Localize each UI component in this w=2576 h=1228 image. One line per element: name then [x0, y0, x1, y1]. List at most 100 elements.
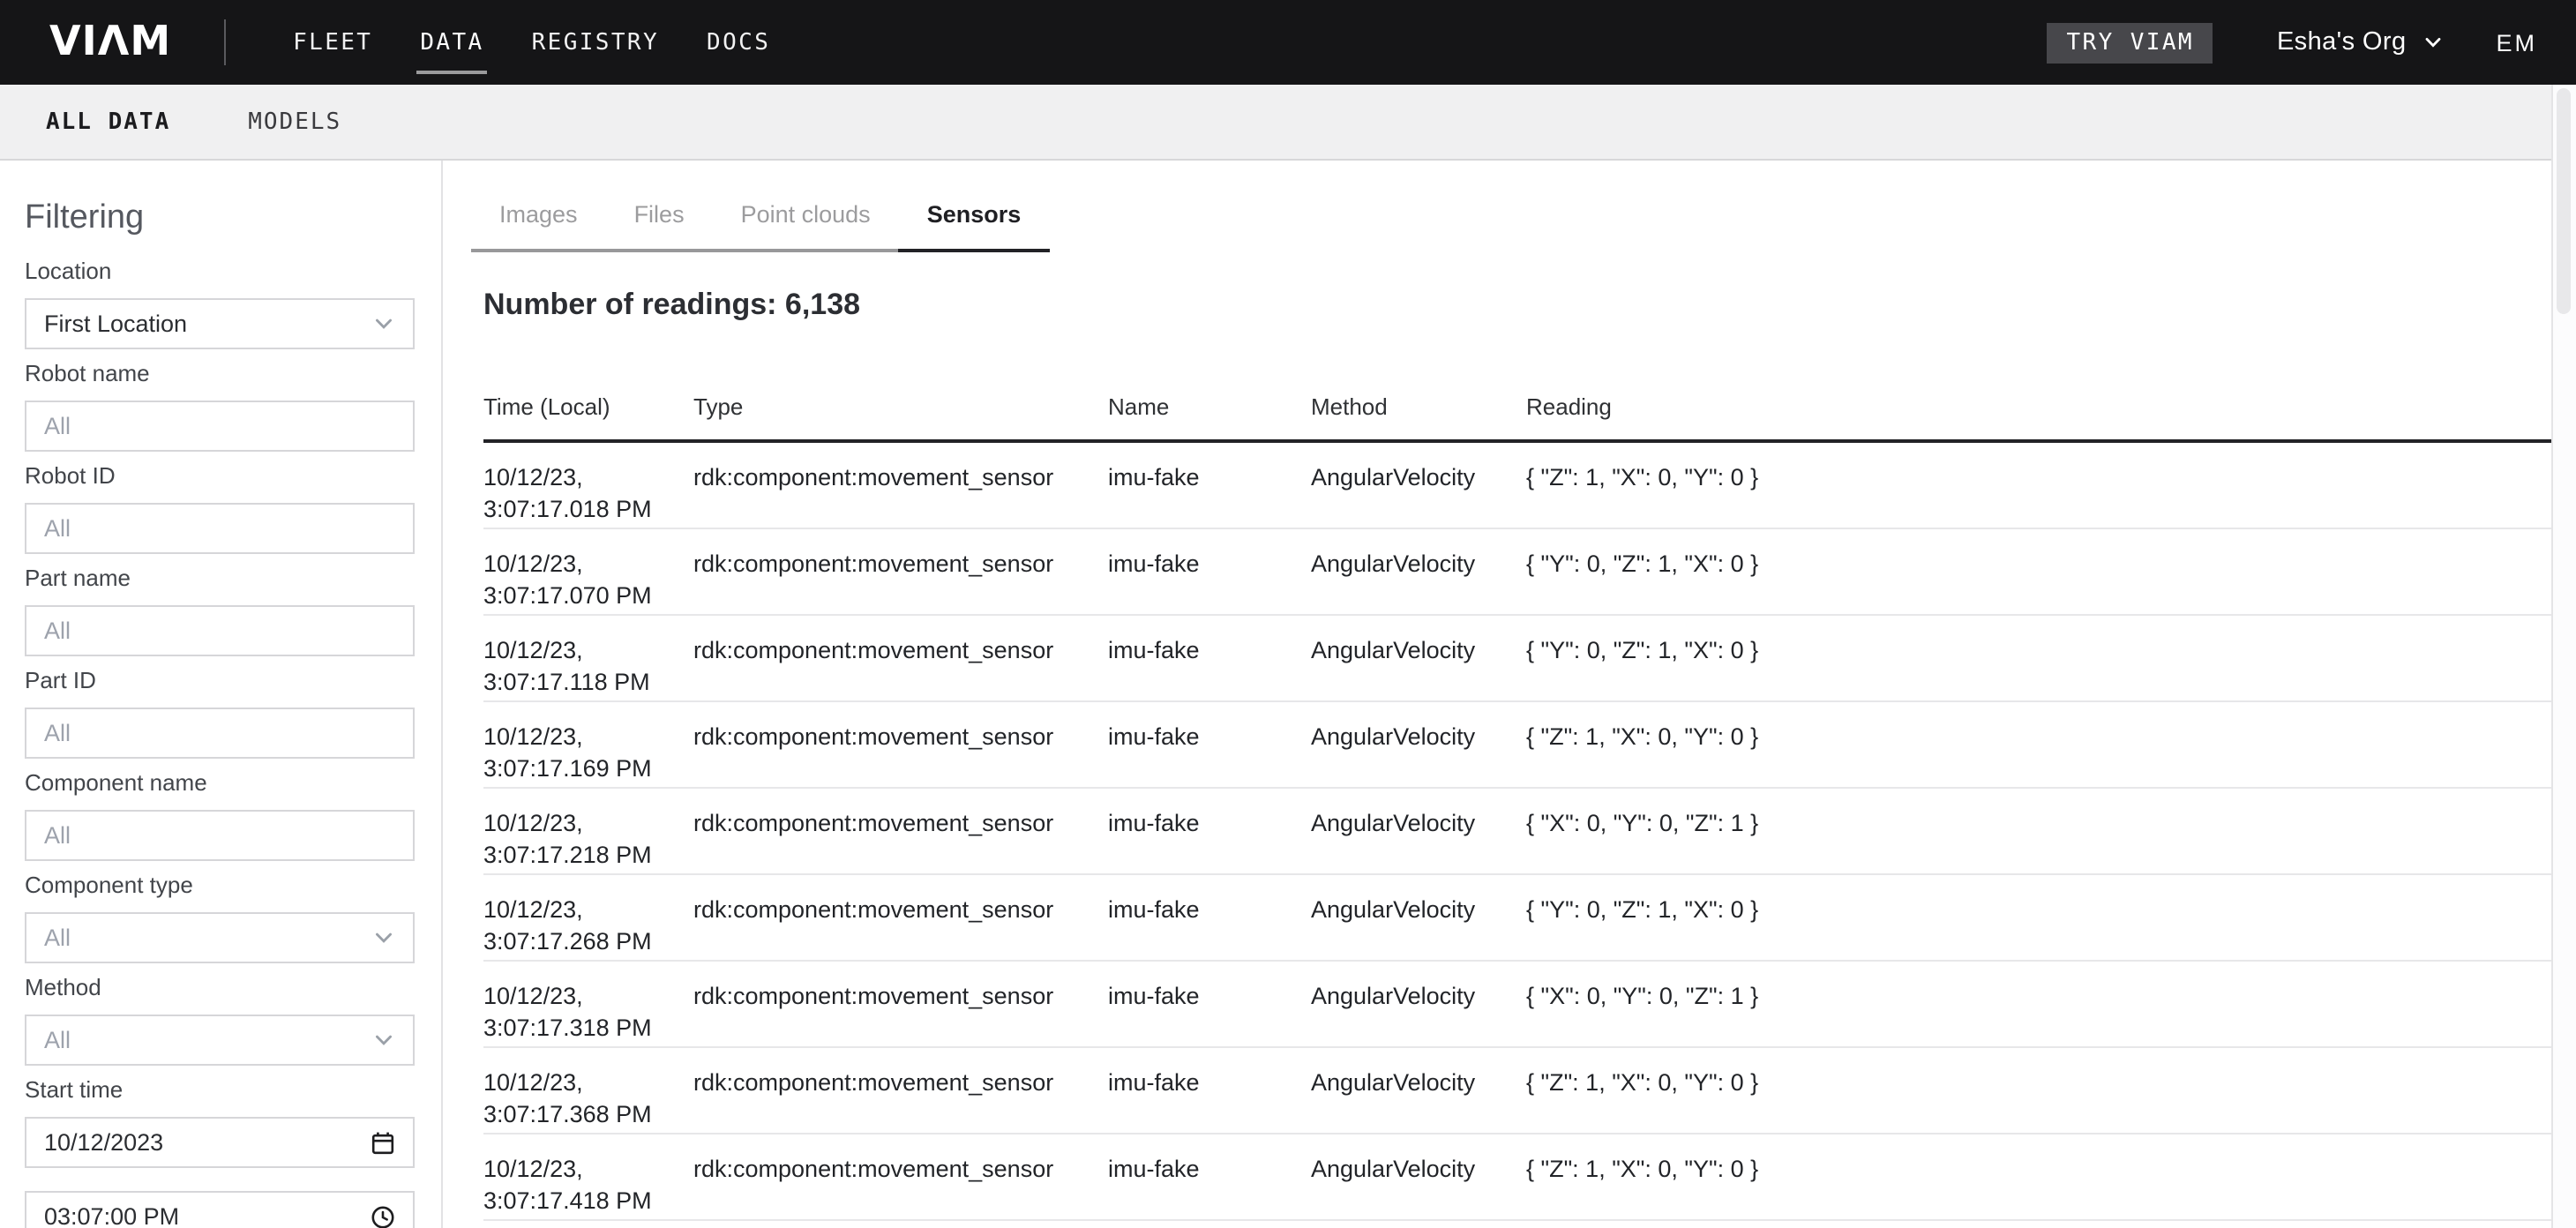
cell-type: rdk:component:movement_sensor: [693, 962, 1108, 1046]
robot-name-input[interactable]: [25, 401, 415, 452]
cell-time: 10/12/23,3:07:17.070 PM: [483, 529, 693, 614]
robot-name-label: Robot name: [25, 360, 415, 388]
tab-sensors[interactable]: Sensors: [899, 187, 1050, 252]
method-label: Method: [25, 974, 415, 1002]
cell-time: 10/12/23,3:07:17.169 PM: [483, 702, 693, 787]
nav-item-data[interactable]: DATA: [420, 0, 483, 85]
cell-type: rdk:component:movement_sensor: [693, 702, 1108, 787]
start-time-time-input[interactable]: 03:07:00 PM: [25, 1191, 415, 1228]
cell-method: AngularVelocity: [1311, 962, 1526, 1046]
chevron-down-icon: [372, 312, 395, 335]
filter-location: Location First Location: [25, 258, 415, 349]
cell-reading: { "Z": 1, "X": 0, "Y": 0 }: [1526, 1048, 2551, 1133]
cell-reading: { "X": 0, "Y": 0, "Z": 1 }: [1526, 962, 2551, 1046]
cell-time: 10/12/23,3:07:17.318 PM: [483, 962, 693, 1046]
cell-type: rdk:component:movement_sensor: [693, 1048, 1108, 1133]
column-header-type: Type: [693, 372, 1108, 439]
cell-name: imu-fake: [1108, 789, 1311, 873]
cell-name: imu-fake: [1108, 616, 1311, 700]
robot-id-input[interactable]: [25, 503, 415, 554]
component-type-label: Component type: [25, 872, 415, 900]
component-type-select[interactable]: All: [25, 912, 415, 963]
component-name-input[interactable]: [25, 810, 415, 861]
location-value: First Location: [44, 311, 372, 337]
user-avatar[interactable]: EM: [2497, 29, 2538, 56]
cell-time: 10/12/23,3:07:17.418 PM: [483, 1134, 693, 1219]
start-date-value: 10/12/2023: [44, 1129, 371, 1156]
location-label: Location: [25, 258, 415, 286]
method-select[interactable]: All: [25, 1015, 415, 1066]
chevron-down-icon: [372, 926, 395, 949]
cell-type: rdk:component:movement_sensor: [693, 443, 1108, 528]
tab-models[interactable]: MODELS: [248, 109, 341, 135]
viam-data-app: VIΛM FLEET DATA REGISTRY DOCS TRY VIAM E…: [0, 0, 2576, 1228]
chevron-down-icon: [2422, 32, 2444, 53]
tab-all-data[interactable]: ALL DATA: [46, 109, 170, 135]
scrollbar-thumb[interactable]: [2557, 88, 2571, 314]
cell-name: imu-fake: [1108, 443, 1311, 528]
filter-component-name: Component name: [25, 769, 415, 861]
column-header-name: Name: [1108, 372, 1311, 439]
cell-type: rdk:component:movement_sensor: [693, 789, 1108, 873]
cell-method: AngularVelocity: [1311, 875, 1526, 960]
tab-files[interactable]: Files: [606, 187, 713, 252]
cell-reading: { "X": 0, "Y": 0, "Z": 1 }: [1526, 789, 2551, 873]
cell-name: imu-fake: [1108, 702, 1311, 787]
page-layout: Filtering Location First Location Robot …: [0, 161, 2576, 1228]
method-value: All: [44, 1027, 372, 1053]
table-row: 10/12/23,3:07:17.218 PMrdk:component:mov…: [483, 789, 2551, 875]
nav-item-fleet[interactable]: FLEET: [293, 0, 372, 85]
org-switcher[interactable]: Esha's Org: [2277, 28, 2444, 56]
location-select[interactable]: First Location: [25, 298, 415, 349]
cell-reading: { "Y": 0, "Z": 1, "X": 0 }: [1526, 875, 2551, 960]
cell-reading: { "Z": 1, "X": 0, "Y": 0 }: [1526, 443, 2551, 528]
tab-point-clouds[interactable]: Point clouds: [713, 187, 899, 252]
filter-robot-id: Robot ID: [25, 462, 415, 554]
table-row: 10/12/23,3:07:17.169 PMrdk:component:mov…: [483, 702, 2551, 789]
sub-nav: ALL DATA MODELS: [0, 85, 2576, 161]
cell-name: imu-fake: [1108, 875, 1311, 960]
nav-item-registry[interactable]: REGISTRY: [532, 0, 659, 85]
cell-method: AngularVelocity: [1311, 1134, 1526, 1219]
table-row: 10/12/23,3:07:17.418 PMrdk:component:mov…: [483, 1134, 2551, 1221]
cell-type: rdk:component:movement_sensor: [693, 875, 1108, 960]
cell-type: rdk:component:movement_sensor: [693, 1134, 1108, 1219]
cell-reading: { "Y": 0, "Z": 1, "X": 0 }: [1526, 616, 2551, 700]
cell-time: 10/12/23,3:07:17.218 PM: [483, 789, 693, 873]
try-viam-button[interactable]: TRY VIAM: [2048, 22, 2213, 63]
cell-method: AngularVelocity: [1311, 702, 1526, 787]
part-name-input[interactable]: [25, 605, 415, 656]
scrollbar-track[interactable]: [2551, 85, 2576, 1228]
nav-item-docs[interactable]: DOCS: [707, 0, 770, 85]
part-name-label: Part name: [25, 565, 415, 593]
start-date-input[interactable]: 10/12/2023: [25, 1117, 415, 1168]
sensor-readings-table: Time (Local) Type Name Method Reading 10…: [483, 372, 2551, 1221]
primary-nav: FLEET DATA REGISTRY DOCS: [293, 0, 770, 85]
cell-reading: { "Z": 1, "X": 0, "Y": 0 }: [1526, 702, 2551, 787]
cell-name: imu-fake: [1108, 1134, 1311, 1219]
table-row: 10/12/23,3:07:17.268 PMrdk:component:mov…: [483, 875, 2551, 962]
table-row: 10/12/23,3:07:17.070 PMrdk:component:mov…: [483, 529, 2551, 616]
cell-type: rdk:component:movement_sensor: [693, 616, 1108, 700]
column-header-time: Time (Local): [483, 372, 693, 439]
viam-logo[interactable]: VIΛM: [49, 19, 171, 65]
component-type-value: All: [44, 925, 372, 951]
nav-right-group: TRY VIAM Esha's Org EM: [2048, 22, 2538, 63]
filter-robot-name: Robot name: [25, 360, 415, 452]
part-id-label: Part ID: [25, 667, 415, 695]
column-header-reading: Reading: [1526, 372, 2551, 439]
main-content: Images Files Point clouds Sensors Number…: [443, 161, 2576, 1228]
cell-reading: { "Z": 1, "X": 0, "Y": 0 }: [1526, 1134, 2551, 1219]
start-time-label: Start time: [25, 1076, 415, 1104]
filtering-sidebar: Filtering Location First Location Robot …: [0, 161, 443, 1228]
cell-name: imu-fake: [1108, 1048, 1311, 1133]
filter-part-id: Part ID: [25, 667, 415, 759]
nav-divider: [224, 19, 226, 65]
filtering-title: Filtering: [25, 198, 415, 240]
robot-id-label: Robot ID: [25, 462, 415, 490]
tab-images[interactable]: Images: [471, 187, 606, 252]
column-header-method: Method: [1311, 372, 1526, 439]
chevron-down-icon: [372, 1029, 395, 1052]
part-id-input[interactable]: [25, 708, 415, 759]
top-nav: VIΛM FLEET DATA REGISTRY DOCS TRY VIAM E…: [0, 0, 2576, 85]
